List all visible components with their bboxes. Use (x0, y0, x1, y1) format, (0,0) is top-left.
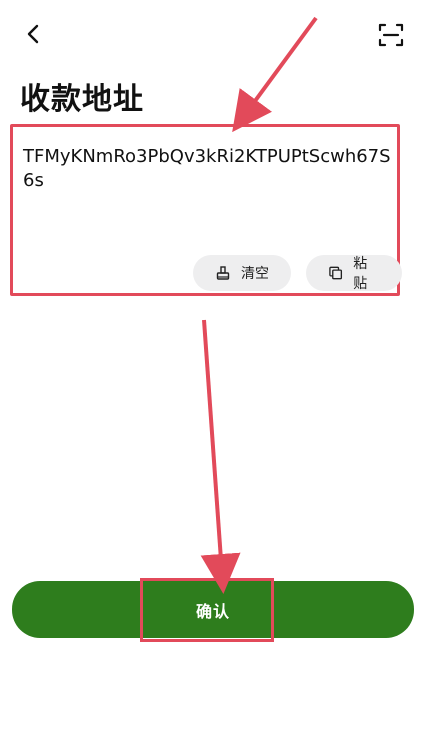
back-button[interactable] (20, 20, 48, 48)
address-value[interactable]: TFMyKNmRo3PbQv3kRi2KTPUPtScwh67S6s (23, 145, 393, 193)
clear-label: 清空 (241, 266, 269, 282)
paste-label: 粘贴 (353, 256, 368, 292)
page-title: 收款地址 (20, 82, 144, 117)
paste-button[interactable]: 粘贴 (306, 255, 402, 292)
address-input[interactable]: TFMyKNmRo3PbQv3kRi2KTPUPtScwh67S6s 清空 粘贴 (10, 124, 402, 296)
clear-button[interactable]: 清空 (193, 255, 291, 291)
copy-icon (329, 266, 343, 280)
broom-icon (216, 266, 230, 280)
arrow-to-address (232, 16, 318, 133)
scan-icon (378, 23, 404, 47)
scan-button[interactable] (376, 20, 406, 50)
confirm-highlight-box (140, 578, 274, 642)
chevron-left-icon (27, 24, 39, 44)
arrow-to-confirm (200, 319, 241, 594)
